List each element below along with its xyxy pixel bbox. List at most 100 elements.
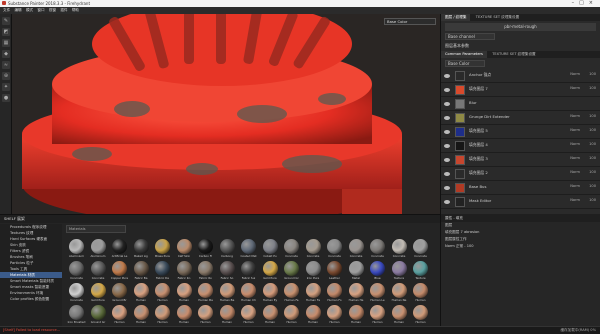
layer-opacity[interactable]: 100: [589, 86, 596, 90]
material-tile[interactable]: Blue: [367, 259, 388, 281]
material-tile[interactable]: Concrete: [346, 237, 367, 259]
material-tile[interactable]: Aluminium: [66, 237, 87, 259]
material-tile[interactable]: Fabric Sui: [238, 259, 259, 281]
layer-row[interactable]: Blur: [441, 97, 600, 111]
visibility-eye-icon[interactable]: [444, 116, 450, 120]
layer-row[interactable]: 填充图层 2 Norm 100: [441, 167, 600, 181]
visibility-eye-icon[interactable]: [444, 186, 450, 190]
maximize-icon[interactable]: □: [579, 0, 589, 6]
layer-blend-mode[interactable]: Norm: [570, 114, 580, 118]
material-tile[interactable]: Aluminium: [88, 237, 109, 259]
shader-button[interactable]: pbr-metal-rough: [445, 23, 596, 31]
material-tile[interactable]: Artificial Le: [109, 237, 130, 259]
material-tile[interactable]: Human Fe: [303, 281, 324, 303]
layer-row[interactable]: 填充图层 7 Norm 100: [441, 83, 600, 97]
tab-texture-set[interactable]: TEXTURE SET 纹理集设置: [472, 14, 523, 21]
material-tile[interactable]: Carbong: [217, 237, 238, 259]
layer-opacity[interactable]: 100: [589, 142, 596, 146]
material-tile[interactable]: Human: [410, 281, 431, 303]
bake-icon[interactable]: ●: [2, 94, 10, 102]
layer-blend-mode[interactable]: Norm: [570, 128, 580, 132]
3d-viewport[interactable]: Base Color: [12, 14, 440, 214]
menu-viewport[interactable]: 视窗: [49, 7, 56, 14]
menu-window[interactable]: 窗口: [37, 7, 44, 14]
window-controls[interactable]: –□×: [572, 0, 598, 7]
material-tile[interactable]: Human Ch: [238, 281, 259, 303]
material-tile[interactable]: Human Ba: [195, 281, 216, 303]
material-tile[interactable]: Human Ba: [217, 281, 238, 303]
material-tile[interactable]: Human: [131, 281, 152, 303]
material-tile[interactable]: Human: [389, 303, 410, 325]
visibility-eye-icon[interactable]: [444, 74, 450, 78]
visibility-eye-icon[interactable]: [444, 144, 450, 148]
material-tile[interactable]: Human Fo: [324, 281, 345, 303]
material-tile[interactable]: Ground Br: [109, 281, 130, 303]
visibility-eye-icon[interactable]: [444, 158, 450, 162]
material-tile[interactable]: Fabric De: [152, 259, 173, 281]
layer-row[interactable]: 填充图层 5 Norm 100: [441, 125, 600, 139]
properties-mode[interactable]: Norm 正常 - 100: [441, 243, 600, 250]
visibility-eye-icon[interactable]: [444, 172, 450, 176]
projection-icon[interactable]: ▦: [2, 39, 10, 47]
paint-brush-icon[interactable]: ✎: [2, 17, 10, 25]
material-tile[interactable]: Human: [152, 303, 173, 325]
material-tile[interactable]: Human He: [346, 281, 367, 303]
material-tile[interactable]: Metal: [346, 259, 367, 281]
material-tile[interactable]: Concrete: [66, 281, 87, 303]
material-tile[interactable]: Human: [238, 303, 259, 325]
material-tile[interactable]: Ground Gr: [88, 303, 109, 325]
material-tile[interactable]: Texture: [389, 259, 410, 281]
material-tile[interactable]: Fabric Ba: [131, 259, 152, 281]
material-tile[interactable]: Concrete: [66, 259, 87, 281]
layer-blend-mode[interactable]: Norm: [570, 72, 580, 76]
material-tile[interactable]: Human Fa: [281, 281, 302, 303]
material-tile[interactable]: Human: [410, 303, 431, 325]
material-tile[interactable]: Leather: [324, 259, 345, 281]
tab-texture-set-2[interactable]: TEXTURE SET 纹理集设置: [488, 51, 539, 58]
layer-blend-mode[interactable]: Norm: [570, 86, 580, 90]
material-tile[interactable]: Human: [217, 303, 238, 325]
material-tile[interactable]: Calf Skin: [174, 237, 195, 259]
material-tile[interactable]: Gold Pure: [88, 281, 109, 303]
material-tile[interactable]: Fabric Ro: [195, 259, 216, 281]
picker-icon[interactable]: ✦: [2, 83, 10, 91]
layer-blend-mode[interactable]: Norm: [570, 142, 580, 146]
layer-opacity[interactable]: 100: [589, 156, 596, 160]
properties-field[interactable]: 填充图层 7 abrasion: [441, 229, 600, 236]
material-tile[interactable]: Human: [346, 303, 367, 325]
blend-select[interactable]: Base Color: [445, 60, 485, 67]
menu-help[interactable]: 帮助: [72, 7, 79, 14]
menu-file[interactable]: 文件: [3, 7, 10, 14]
material-tile[interactable]: Human: [174, 303, 195, 325]
layer-opacity[interactable]: 100: [589, 114, 596, 118]
material-tile[interactable]: Concrete: [281, 237, 302, 259]
material-tile[interactable]: Iron Brushed: [66, 303, 87, 325]
layer-opacity[interactable]: 100: [589, 170, 596, 174]
layer-row[interactable]: Mask Editor Norm 100: [441, 195, 600, 209]
material-tile[interactable]: Human: [260, 303, 281, 325]
material-tile[interactable]: Concrete: [88, 259, 109, 281]
material-tile[interactable]: Fabric So: [217, 259, 238, 281]
material-tile[interactable]: Human Le: [367, 281, 388, 303]
material-tile[interactable]: Human: [109, 303, 130, 325]
tab-common-params[interactable]: Common Parameters: [441, 51, 487, 58]
material-tile[interactable]: Human Ne: [389, 281, 410, 303]
shelf-search-input[interactable]: Materials: [66, 225, 126, 233]
clone-icon[interactable]: ⊕: [2, 72, 10, 80]
material-tile[interactable]: Human: [195, 303, 216, 325]
material-tile[interactable]: Iron Pure: [303, 259, 324, 281]
layer-blend-mode[interactable]: Norm: [570, 170, 580, 174]
tab-layers[interactable]: 图层 / 纹理集: [441, 14, 471, 21]
material-tile[interactable]: Copper Pure: [109, 259, 130, 281]
material-tile[interactable]: Human: [174, 281, 195, 303]
material-tile[interactable]: Ground Gr: [281, 259, 302, 281]
layer-blend-mode[interactable]: Norm: [570, 156, 580, 160]
material-tile[interactable]: Coated Met: [238, 237, 259, 259]
eraser-icon[interactable]: ◩: [2, 28, 10, 36]
menu-edit[interactable]: 编辑: [14, 7, 21, 14]
material-tile[interactable]: Human: [303, 303, 324, 325]
menu-plugins[interactable]: 插件: [60, 7, 67, 14]
material-tile[interactable]: Human: [281, 303, 302, 325]
polygon-fill-icon[interactable]: ◆: [2, 50, 10, 58]
material-tile[interactable]: Human: [324, 303, 345, 325]
